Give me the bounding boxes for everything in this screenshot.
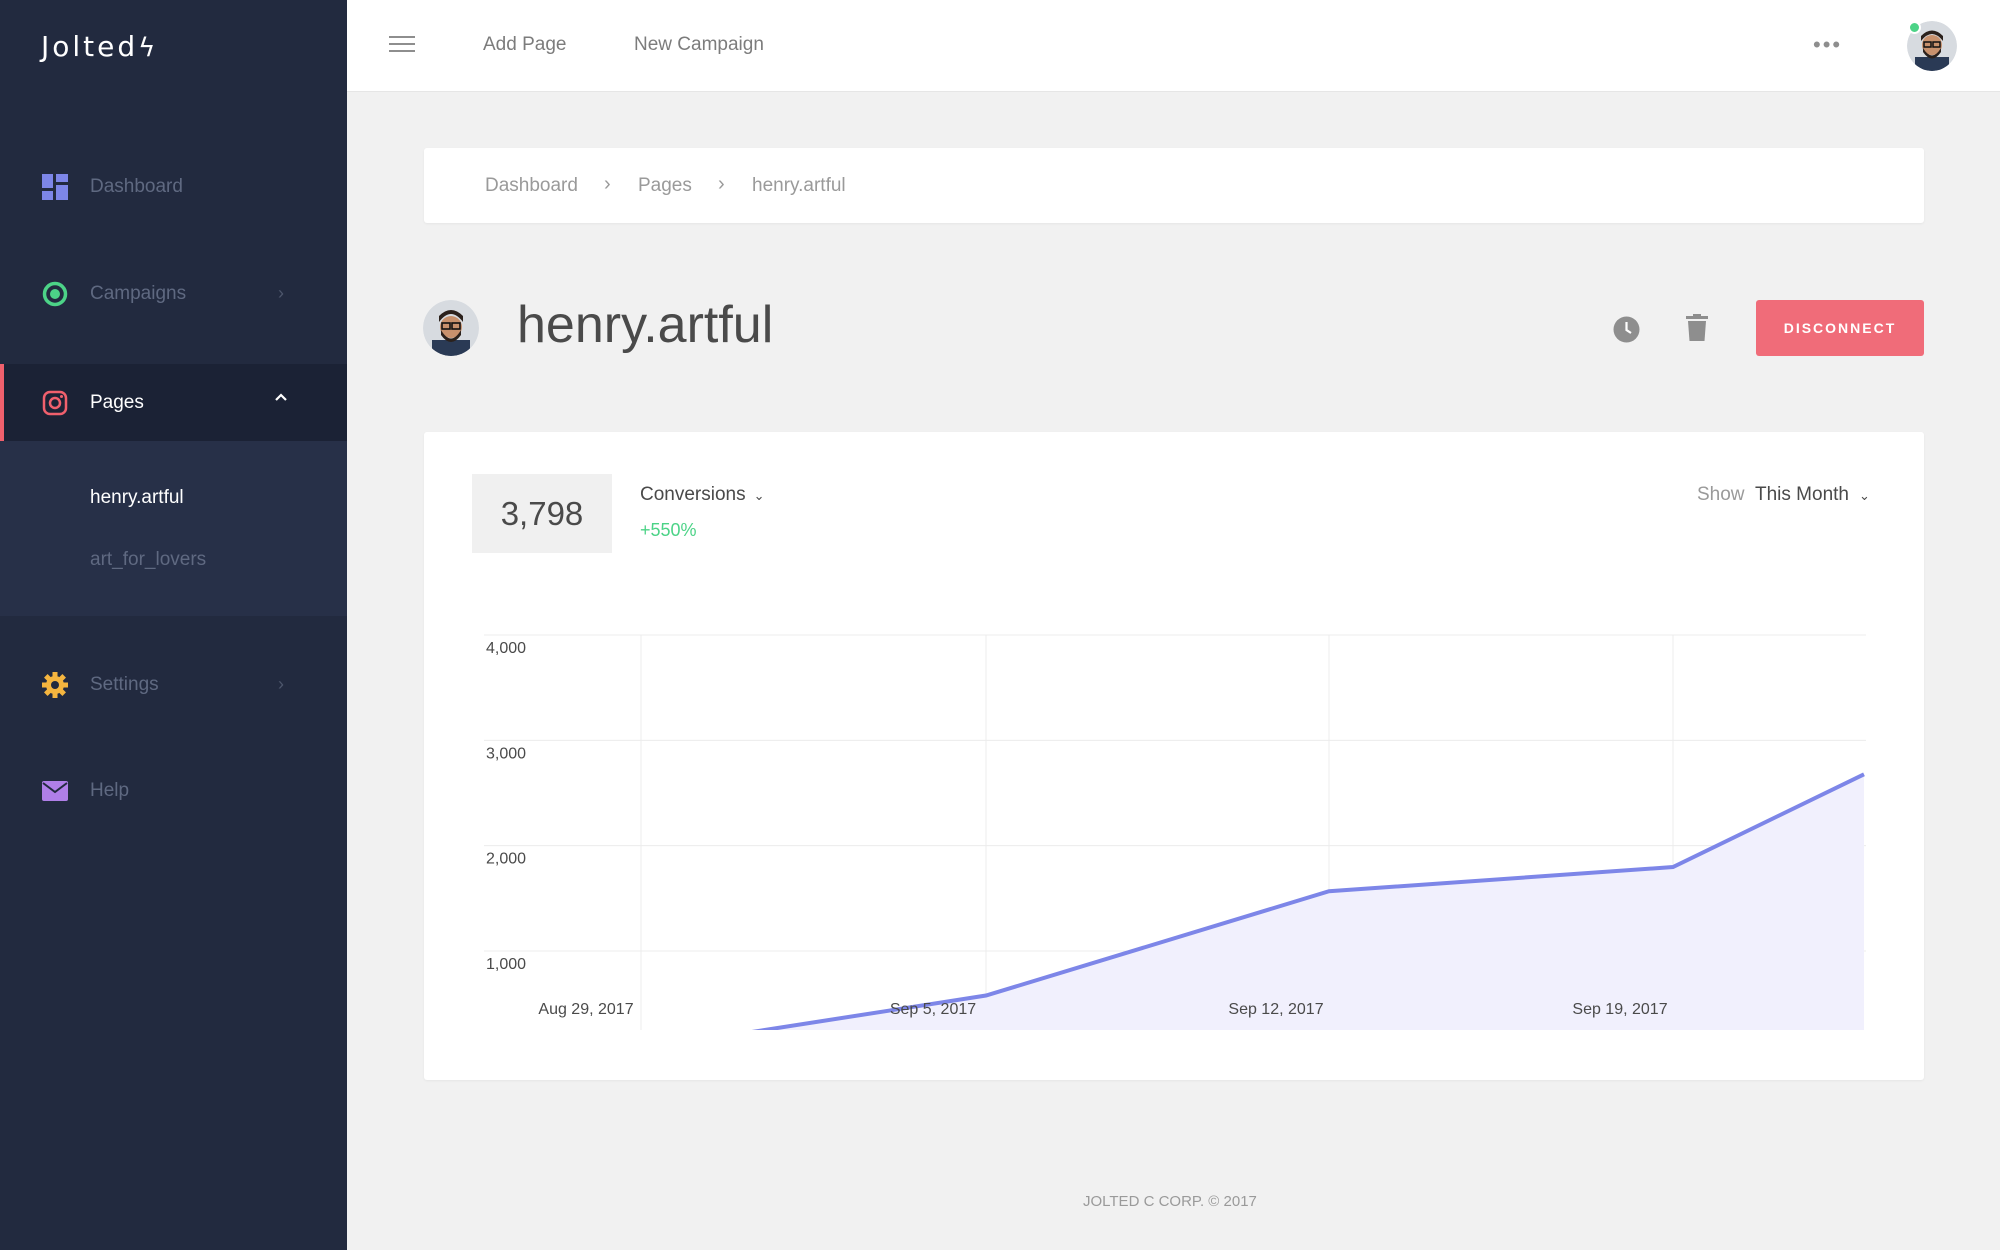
change-indicator: +550% [640,520,697,540]
bolt-icon: ϟ [138,33,159,63]
sidebar-item-dashboard[interactable]: Dashboard [0,148,347,225]
x-tick-label: Aug 29, 2017 [538,1001,633,1018]
sidebar-item-pages[interactable]: Pages [0,364,347,441]
sidebar-item-help[interactable]: Help [0,752,347,829]
app-logo[interactable]: Joltedϟ [41,30,158,63]
more-options-icon[interactable]: ••• [1813,34,1842,56]
breadcrumb: Dashboard › Pages › henry.artful [424,148,1924,223]
page-avatar [423,300,479,356]
sidebar: Joltedϟ Dashboard Campaigns › Pages henr… [0,0,347,1250]
chevron-right-icon: › [278,674,284,694]
hamburger-menu-icon[interactable] [389,36,415,54]
chevron-right-icon: › [604,173,611,195]
breadcrumb-current: henry.artful [752,175,846,196]
envelope-icon [41,777,69,805]
page-title: henry.artful [517,296,774,354]
y-tick-label: 3,000 [486,745,526,762]
sidebar-item-label: Campaigns [90,282,187,304]
sidebar-item-label: Settings [90,673,159,695]
trash-icon[interactable] [1686,314,1708,341]
dashboard-grid-icon [41,173,69,201]
chevron-up-icon [274,386,288,407]
x-tick-label: Sep 19, 2017 [1572,1001,1667,1018]
add-page-link[interactable]: Add Page [483,34,566,56]
metric-label: Conversions [640,484,746,505]
chevron-right-icon: › [278,283,284,303]
x-tick-label: Sep 5, 2017 [890,1001,976,1018]
breadcrumb-pages[interactable]: Pages [638,175,692,197]
breadcrumb-dashboard[interactable]: Dashboard [485,175,578,197]
range-label: This Month [1755,484,1849,505]
logo-text: Jolted [41,30,139,63]
instagram-icon [41,389,69,417]
pages-submenu: henry.artful art_for_lovers [0,441,347,616]
stat-value: 3,798 [472,474,612,553]
sidebar-item-label: Help [90,779,130,801]
y-tick-label: 2,000 [486,851,526,868]
sidebar-item-label: Pages [90,391,144,413]
date-range-dropdown[interactable]: This Month ⌄ [1755,484,1870,506]
chevron-down-icon: ⌄ [1858,488,1870,503]
new-campaign-link[interactable]: New Campaign [634,34,764,56]
conversions-chart: 4,000 3,000 2,000 1,000 Aug 29, 2017 Sep 5, 2… [484,600,1866,1030]
y-tick-label: 1,000 [486,956,526,973]
subitem-art-for-lovers[interactable]: art_for_lovers [90,549,206,571]
metric-dropdown[interactable]: Conversions ⌄ [640,484,765,506]
sidebar-item-settings[interactable]: Settings › [0,646,347,723]
chevron-right-icon: › [718,173,725,195]
sidebar-item-campaigns[interactable]: Campaigns › [0,255,347,332]
show-label: Show [1697,484,1745,505]
x-tick-label: Sep 12, 2017 [1228,1001,1323,1018]
y-tick-label: 4,000 [486,640,526,657]
gear-icon [41,671,69,699]
disconnect-button[interactable]: DISCONNECT [1756,300,1924,356]
clock-icon[interactable] [1613,316,1640,343]
chevron-down-icon: ⌄ [753,488,765,503]
conversions-card: 3,798 Conversions ⌄ +550% Show This Month… [424,432,1924,1080]
top-bar: Add Page New Campaign ••• [347,0,2000,92]
sidebar-item-label: Dashboard [90,175,183,197]
online-status-dot [1908,21,1921,34]
target-icon [41,280,69,308]
subitem-henry-artful[interactable]: henry.artful [90,487,184,509]
footer-copyright: JOLTED C CORP. © 2017 [1083,1193,1257,1210]
